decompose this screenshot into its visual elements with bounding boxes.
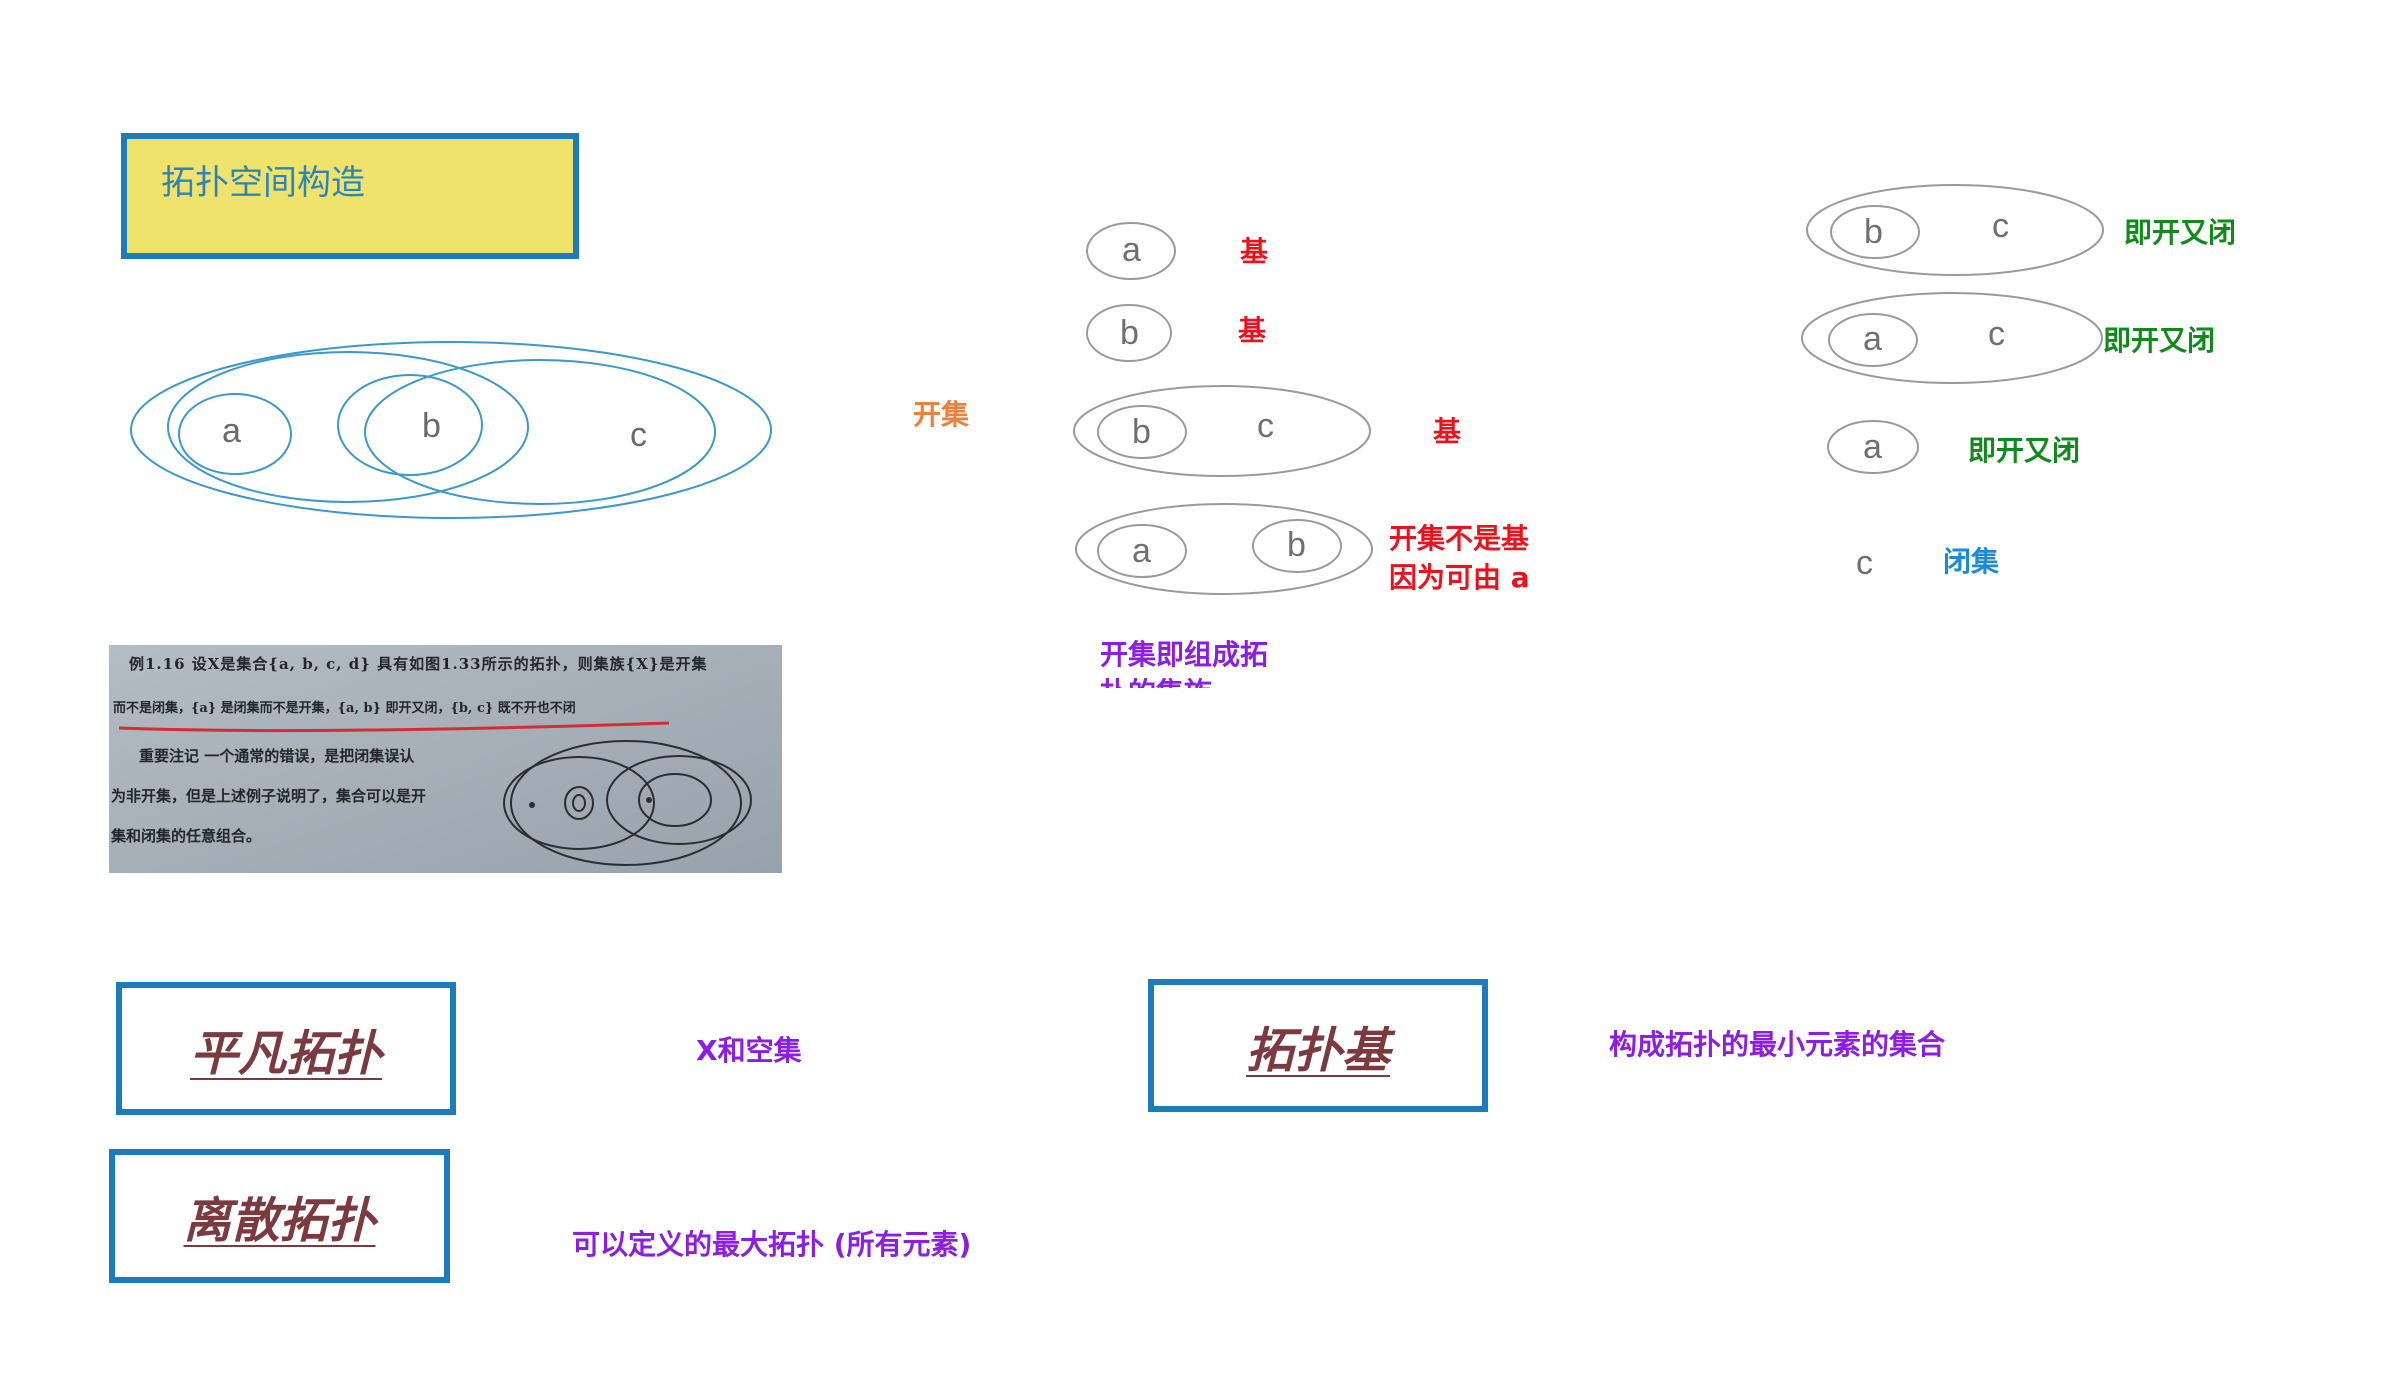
open-sets-note-text: 开集即组成拓扑的集族 bbox=[1100, 638, 1269, 688]
topology-basis-title: 拓扑基 bbox=[1245, 1022, 1390, 1079]
topology-basis-desc: 构成拓扑的最小元素的集合 bbox=[1609, 1028, 1946, 1061]
base-a-letter: a bbox=[1122, 231, 1141, 269]
venn-b-ellipse bbox=[337, 374, 483, 476]
closed-c-letter: c bbox=[1856, 544, 1873, 582]
base-bc-letter-b: b bbox=[1132, 413, 1151, 451]
discrete-topology-title: 离散拓扑 bbox=[183, 1193, 376, 1249]
base-ab-letter-b: b bbox=[1287, 526, 1306, 564]
clopen-bc-outer bbox=[1806, 184, 2104, 276]
open-sets-note: 开集即组成拓扑的集族 bbox=[1100, 636, 1360, 688]
venn-letter-c: c bbox=[630, 416, 647, 454]
clopen-ac-letter-c: c bbox=[1988, 315, 2005, 353]
photo-line-3: 重要注记 一个通常的错误，是把闭集误认 bbox=[139, 747, 415, 765]
base-bc-outer bbox=[1073, 385, 1371, 477]
textbook-photo: 例1.16 设X是集合{a, b, c, d} 具有如图1.33所示的拓扑，则集… bbox=[109, 645, 782, 873]
photo-line-4: 为非开集，但是上述例子说明了，集合可以是开 bbox=[111, 787, 427, 805]
trivial-topology-box: 平凡拓扑 bbox=[116, 982, 456, 1115]
clopen-ac-outer bbox=[1801, 292, 2103, 384]
photo-line-2: 而不是闭集，{a} 是闭集而不是开集，{a, b} 即开又闭，{b, c} 既不… bbox=[113, 701, 576, 716]
base-ab-outer bbox=[1075, 503, 1373, 595]
clopen-bc-letter-c: c bbox=[1992, 207, 2009, 245]
clopen-ac-letter-a: a bbox=[1863, 320, 1882, 358]
clopen-a-label: 即开又闭 bbox=[1968, 434, 2081, 467]
venn-right-ellipse bbox=[364, 359, 716, 505]
base-ab-letter-a: a bbox=[1132, 532, 1151, 570]
base-b-letter: b bbox=[1120, 314, 1139, 352]
photo-line-1: 例1.16 设X是集合{a, b, c, d} 具有如图1.33所示的拓扑，则集… bbox=[129, 655, 708, 673]
clopen-bc-letter-b: b bbox=[1864, 213, 1883, 251]
venn-letter-b: b bbox=[422, 407, 441, 445]
discrete-topology-box: 离散拓扑 bbox=[109, 1149, 450, 1283]
clopen-bc-label: 即开又闭 bbox=[2124, 216, 2237, 249]
base-ab-label-line1: 开集不是基 bbox=[1389, 522, 1530, 555]
venn-letter-a: a bbox=[222, 412, 241, 450]
clopen-a-letter: a bbox=[1863, 428, 1882, 466]
discrete-topology-desc: 可以定义的最大拓扑 (所有元素) bbox=[572, 1228, 972, 1261]
photo-line-5: 集和闭集的任意组合。 bbox=[111, 827, 262, 845]
base-bc-label: 基 bbox=[1433, 415, 1462, 448]
base-ab-label-line2: 因为可由 a bbox=[1389, 561, 1530, 594]
topology-basis-box: 拓扑基 bbox=[1148, 979, 1488, 1112]
open-set-label: 开集 bbox=[913, 398, 970, 431]
trivial-topology-title: 平凡拓扑 bbox=[189, 1025, 382, 1082]
trivial-topology-desc: X和空集 bbox=[696, 1034, 802, 1067]
base-b-label: 基 bbox=[1238, 314, 1267, 347]
base-a-label: 基 bbox=[1240, 235, 1269, 268]
base-bc-letter-c: c bbox=[1257, 407, 1274, 445]
closed-c-label: 闭集 bbox=[1943, 545, 2000, 578]
clopen-ac-label: 即开又闭 bbox=[2103, 324, 2216, 357]
